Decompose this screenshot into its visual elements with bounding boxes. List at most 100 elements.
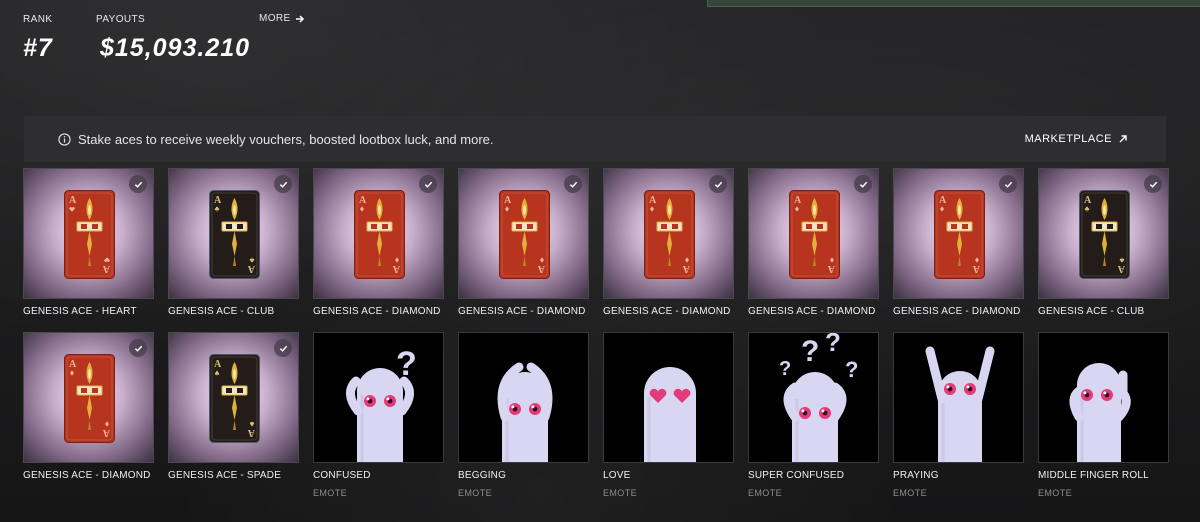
svg-text:A: A	[794, 195, 802, 206]
svg-text:?: ?	[801, 335, 819, 368]
item-name: BEGGING	[458, 470, 507, 481]
item-type-label: EMOTE	[893, 488, 928, 498]
checkmark-icon[interactable]	[999, 175, 1017, 193]
item-name: GENESIS ACE - DIAMOND	[893, 306, 1021, 317]
emote-item-card[interactable]: MIDDLE FINGER ROLL EMOTE	[1038, 332, 1169, 498]
emote-item-card[interactable]: PRAYING EMOTE	[893, 332, 1024, 498]
item-thumbnail: A A	[168, 332, 299, 463]
ace-item-card[interactable]: A A GENESIS ACE - HEART	[23, 168, 154, 317]
item-type-label: EMOTE	[313, 488, 348, 498]
item-type-label: EMOTE	[603, 488, 638, 498]
checkmark-icon[interactable]	[274, 175, 292, 193]
item-type-label: EMOTE	[748, 488, 783, 498]
item-name: PRAYING	[893, 470, 939, 481]
ace-card-icon: A A	[1079, 190, 1130, 279]
inventory-grid: A A GENESIS ACE - HEART A A GENESIS ACE …	[23, 168, 1169, 498]
emote-figure-icon	[1069, 363, 1131, 462]
ace-card-icon: A A	[64, 354, 115, 443]
checkmark-icon[interactable]	[854, 175, 872, 193]
item-thumbnail: ????	[748, 332, 879, 463]
checkmark-icon[interactable]	[419, 175, 437, 193]
emote-figure-icon	[925, 346, 995, 462]
svg-text:?: ?	[396, 345, 417, 383]
checkmark-icon[interactable]	[1144, 175, 1162, 193]
svg-text:A: A	[504, 195, 512, 206]
marketplace-label: MARKETPLACE	[1024, 133, 1112, 145]
svg-text:A: A	[214, 359, 222, 370]
emote-item-card[interactable]: LOVE EMOTE	[603, 332, 734, 498]
checkmark-icon[interactable]	[129, 339, 147, 357]
ace-item-card[interactable]: A A GENESIS ACE - DIAMOND	[458, 168, 589, 317]
svg-text:A: A	[102, 263, 110, 274]
item-name: CONFUSED	[313, 470, 371, 481]
svg-text:A: A	[682, 263, 690, 274]
checkmark-icon[interactable]	[564, 175, 582, 193]
item-thumbnail: A A	[458, 168, 589, 299]
ace-card-icon: A A	[934, 190, 985, 279]
item-name: GENESIS ACE - DIAMOND	[458, 306, 586, 317]
ace-item-card[interactable]: A A GENESIS ACE - CLUB	[1038, 168, 1169, 317]
emote-figure-icon	[497, 362, 553, 462]
ace-item-card[interactable]: A A GENESIS ACE - DIAMOND	[748, 168, 879, 317]
item-thumbnail	[893, 332, 1024, 463]
emote-figure-icon: ?	[346, 345, 417, 462]
ace-item-card[interactable]: A A GENESIS ACE - CLUB	[168, 168, 299, 317]
info-bar: Stake aces to receive weekly vouchers, b…	[24, 116, 1166, 162]
more-label: MORE	[259, 13, 291, 24]
ace-item-card[interactable]: A A GENESIS ACE - SPADE	[168, 332, 299, 498]
external-arrow-icon	[1119, 135, 1127, 143]
ace-item-card[interactable]: A A GENESIS ACE - DIAMOND	[893, 168, 1024, 317]
svg-text:A: A	[1117, 263, 1125, 274]
svg-text:A: A	[214, 195, 222, 206]
item-type-label: EMOTE	[1038, 488, 1073, 498]
svg-text:A: A	[102, 427, 110, 438]
item-name: GENESIS ACE - CLUB	[168, 306, 275, 317]
item-thumbnail: A A	[313, 168, 444, 299]
svg-text:A: A	[69, 359, 77, 370]
item-type-label: EMOTE	[458, 488, 493, 498]
emote-item-card[interactable]: ? CONFUSED EMOTE	[313, 332, 444, 498]
item-thumbnail	[458, 332, 589, 463]
item-thumbnail: A A	[23, 168, 154, 299]
ace-card-icon: A A	[499, 190, 550, 279]
marketplace-link[interactable]: MARKETPLACE	[1025, 133, 1128, 145]
ace-item-card[interactable]: A A GENESIS ACE - DIAMOND	[313, 168, 444, 317]
info-icon	[58, 132, 71, 146]
more-link[interactable]: MORE	[259, 13, 305, 24]
svg-text:A: A	[537, 263, 545, 274]
svg-text:A: A	[939, 195, 947, 206]
item-thumbnail: A A	[603, 168, 734, 299]
item-name: SUPER CONFUSED	[748, 470, 845, 481]
item-name: GENESIS ACE - DIAMOND	[313, 306, 441, 317]
ace-card-icon: A A	[354, 190, 405, 279]
item-name: LOVE	[603, 470, 631, 481]
item-name: MIDDLE FINGER ROLL	[1038, 470, 1149, 481]
emote-item-card[interactable]: ???? SUPER CONFUSED EMOTE	[748, 332, 879, 498]
ace-card-icon: A A	[209, 354, 260, 443]
item-name: GENESIS ACE - DIAMOND	[603, 306, 731, 317]
svg-text:A: A	[827, 263, 835, 274]
checkmark-icon[interactable]	[129, 175, 147, 193]
rank-value: #7	[23, 34, 53, 62]
item-name: GENESIS ACE - DIAMOND	[23, 470, 151, 481]
item-thumbnail: A A	[168, 168, 299, 299]
svg-text:A: A	[972, 263, 980, 274]
payouts-value: $15,093.210	[100, 34, 251, 62]
svg-text:A: A	[392, 263, 400, 274]
item-thumbnail: A A	[748, 168, 879, 299]
emote-figure-icon	[644, 367, 696, 462]
item-thumbnail	[1038, 332, 1169, 463]
ace-item-card[interactable]: A A GENESIS ACE - DIAMOND	[603, 168, 734, 317]
item-thumbnail	[603, 332, 734, 463]
checkmark-icon[interactable]	[709, 175, 727, 193]
svg-text:A: A	[247, 263, 255, 274]
checkmark-icon[interactable]	[274, 339, 292, 357]
arrow-right-icon	[295, 14, 304, 23]
svg-text:A: A	[247, 427, 255, 438]
emote-figure-icon: ????	[779, 333, 858, 462]
emote-item-card[interactable]: BEGGING EMOTE	[458, 332, 589, 498]
item-thumbnail: A A	[23, 332, 154, 463]
item-name: GENESIS ACE - HEART	[23, 306, 137, 317]
ace-item-card[interactable]: A A GENESIS ACE - DIAMOND	[23, 332, 154, 498]
svg-text:A: A	[649, 195, 657, 206]
